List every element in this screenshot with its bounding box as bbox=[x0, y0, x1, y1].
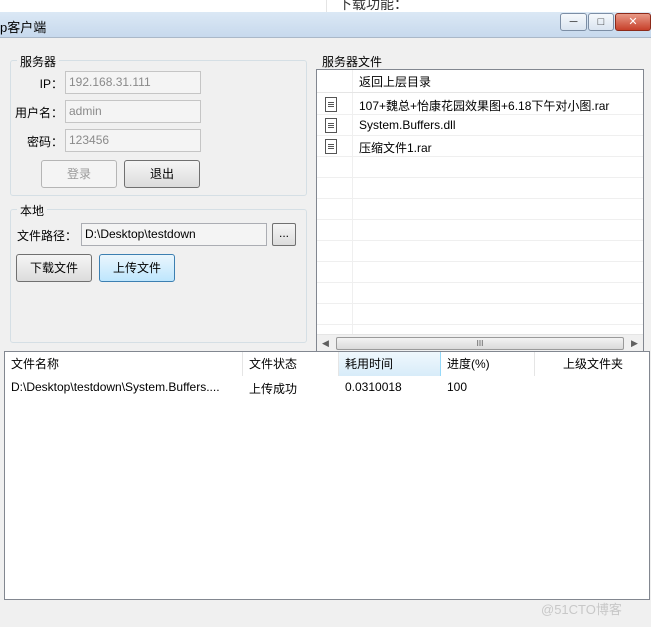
minimize-button[interactable]: ─ bbox=[560, 13, 587, 31]
scroll-thumb[interactable]: III bbox=[336, 337, 624, 350]
server-group: 服务器 IP： 192.168.31.111 用户名： admin 密码： 12… bbox=[10, 53, 307, 196]
file-name: 压缩文件1.rar bbox=[359, 141, 432, 155]
empty-row bbox=[317, 220, 643, 241]
transfer-file-name: D:\Desktop\testdown\System.Buffers.... bbox=[11, 380, 220, 394]
transfer-elapsed-time: 0.0310018 bbox=[345, 380, 402, 394]
file-path-field[interactable]: D:\Desktop\testdown bbox=[81, 223, 267, 246]
local-group-title: 本地 bbox=[17, 202, 48, 219]
window-title: p客户端 bbox=[0, 20, 47, 35]
document-icon bbox=[325, 97, 337, 112]
local-group: 本地 文件路径： D:\Desktop\testdown ... 下载文件 上传… bbox=[10, 202, 307, 343]
document-icon bbox=[325, 139, 337, 154]
server-file-list: 返回上层目录 107+魏总+怡康花园效果图+6.18下午对小图.rar Syst… bbox=[316, 69, 644, 352]
parent-directory-row[interactable]: 返回上层目录 bbox=[317, 70, 643, 93]
server-group-title: 服务器 bbox=[17, 53, 60, 70]
password-field[interactable]: 123456 bbox=[65, 129, 201, 152]
upload-file-button[interactable]: 上传文件 bbox=[99, 254, 175, 282]
file-name: 107+魏总+怡康花园效果图+6.18下午对小图.rar bbox=[359, 99, 610, 113]
file-name: System.Buffers.dll bbox=[359, 118, 456, 132]
watermark: @51CTO博客 bbox=[541, 602, 622, 617]
list-item[interactable]: 107+魏总+怡康花园效果图+6.18下午对小图.rar bbox=[317, 94, 643, 115]
username-label: 用户名： bbox=[14, 106, 63, 120]
password-label: 密码： bbox=[26, 135, 63, 149]
empty-row bbox=[317, 241, 643, 262]
close-button[interactable]: ✕ bbox=[615, 13, 651, 31]
empty-row bbox=[317, 262, 643, 283]
empty-row bbox=[317, 199, 643, 220]
transfer-status: 上传成功 bbox=[249, 382, 298, 396]
horizontal-scrollbar[interactable]: ◀ III ▶ bbox=[317, 334, 643, 351]
list-item[interactable]: 压缩文件1.rar bbox=[317, 136, 643, 157]
scroll-right-arrow-icon[interactable]: ▶ bbox=[626, 335, 643, 351]
title-bar[interactable]: p客户端 ─ □ ✕ bbox=[0, 12, 651, 38]
client-window: p客户端 ─ □ ✕ 服务器 IP： 192.168.31.111 用户名： a… bbox=[0, 12, 651, 627]
username-field[interactable]: admin bbox=[65, 100, 201, 123]
parent-directory-label: 返回上层目录 bbox=[359, 75, 432, 89]
column-header-elapsed-time[interactable]: 耗用时间 bbox=[339, 352, 441, 376]
logout-button[interactable]: 退出 bbox=[124, 160, 200, 188]
empty-row bbox=[317, 283, 643, 304]
ip-field[interactable]: 192.168.31.111 bbox=[65, 71, 201, 94]
document-icon bbox=[325, 118, 337, 133]
file-path-label: 文件路径： bbox=[17, 229, 78, 243]
list-item[interactable]: System.Buffers.dll bbox=[317, 115, 643, 136]
table-row[interactable]: D:\Desktop\testdown\System.Buffers.... 上… bbox=[5, 376, 649, 398]
empty-row bbox=[317, 304, 643, 325]
login-button[interactable]: 登录 bbox=[41, 160, 117, 188]
browse-button[interactable]: ... bbox=[272, 223, 296, 246]
transfer-list: 文件名称 文件状态 耗用时间 进度(%) 上级文件夹 D:\Desktop\te… bbox=[4, 351, 650, 600]
ip-label: IP： bbox=[39, 77, 63, 91]
column-header-progress[interactable]: 进度(%) bbox=[441, 352, 535, 376]
download-file-button[interactable]: 下载文件 bbox=[16, 254, 92, 282]
server-files-title: 服务器文件 bbox=[322, 55, 383, 69]
scroll-left-arrow-icon[interactable]: ◀ bbox=[317, 335, 334, 351]
transfer-progress: 100 bbox=[447, 380, 468, 394]
maximize-button[interactable]: □ bbox=[588, 13, 614, 31]
column-header-file-name[interactable]: 文件名称 bbox=[5, 352, 243, 376]
empty-row bbox=[317, 178, 643, 199]
column-header-parent-folder[interactable]: 上级文件夹 bbox=[535, 352, 649, 376]
column-header-file-status[interactable]: 文件状态 bbox=[243, 352, 339, 376]
empty-row bbox=[317, 157, 643, 178]
